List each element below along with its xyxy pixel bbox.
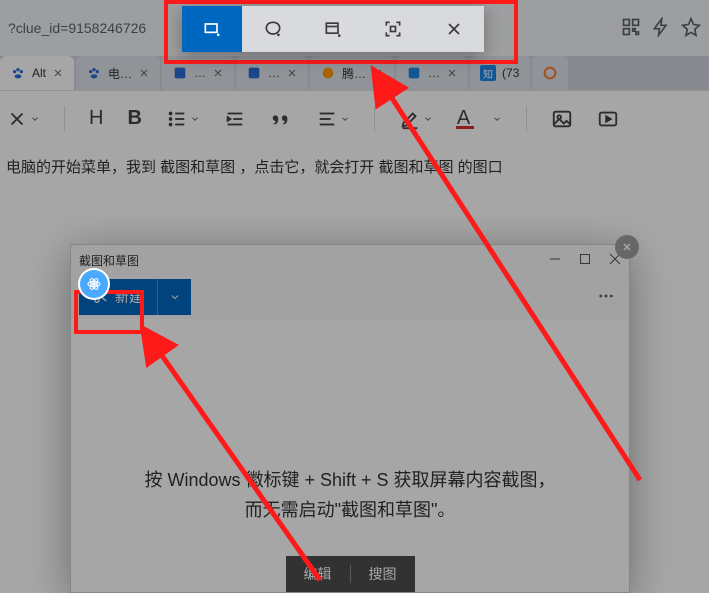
browser-tab[interactable]: Alt — [0, 56, 74, 90]
browser-tab[interactable] — [532, 56, 568, 90]
popup-close-badge[interactable] — [615, 235, 639, 259]
divider — [374, 106, 375, 132]
edit-button[interactable]: 编辑 — [286, 564, 350, 584]
annotation-badge — [80, 270, 108, 298]
browser-tab[interactable]: 电… — [76, 56, 160, 90]
image-button[interactable] — [551, 108, 573, 130]
baidu-favicon-icon — [10, 65, 26, 81]
tab-label: … — [268, 66, 280, 80]
document-text: 电脑的开始菜单，我到 截图和草图 ，点击它，就会打开 截图和草图 的图口 — [0, 146, 709, 187]
tab-label: 电… — [108, 65, 132, 82]
browser-tab[interactable]: … — [236, 56, 308, 90]
browser-tab[interactable]: 知 (73 — [470, 56, 530, 90]
close-icon[interactable] — [286, 67, 298, 79]
more-icon — [597, 287, 615, 305]
tab-label: Alt — [32, 66, 46, 80]
browser-tab[interactable]: … — [396, 56, 468, 90]
favicon-icon — [406, 65, 422, 81]
tab-strip: Alt 电… … … 腾… … 知 (73 — [0, 56, 709, 90]
heading-button[interactable]: H — [89, 107, 103, 130]
align-button[interactable] — [316, 108, 350, 130]
snip-action-bar: 编辑 搜图 — [286, 556, 415, 592]
close-icon[interactable] — [212, 67, 224, 79]
snip-canvas: 按 Windows 徽标键 + Shift + S 获取屏幕内容截图， 而无需启… — [71, 319, 629, 592]
indent-button[interactable] — [224, 108, 246, 130]
video-button[interactable] — [597, 108, 619, 130]
new-snip-label: 新建 — [115, 287, 143, 307]
close-icon[interactable] — [372, 67, 384, 79]
atom-icon — [86, 276, 102, 292]
baidu-favicon-icon — [86, 65, 102, 81]
close-icon — [621, 241, 633, 253]
close-formatting-button[interactable] — [6, 108, 40, 130]
more-button[interactable] — [591, 281, 621, 314]
new-snip-dropdown[interactable] — [157, 279, 191, 315]
rectangular-snip-button[interactable] — [182, 6, 242, 52]
divider — [526, 106, 527, 132]
zhihu-favicon-icon: 知 — [480, 65, 496, 81]
window-snip-icon — [323, 19, 343, 39]
window-snip-button[interactable] — [303, 6, 363, 52]
quote-button[interactable] — [270, 108, 292, 130]
snip-sketch-window: 截图和草图 新建 按 Windows 徽标键 + Shift + S 获取屏幕内… — [70, 244, 630, 593]
favicon-icon — [320, 65, 336, 81]
tab-label: … — [194, 66, 206, 80]
close-icon[interactable] — [52, 67, 64, 79]
rectangle-snip-icon — [202, 19, 222, 39]
bolt-icon[interactable] — [651, 17, 671, 40]
freeform-snip-button[interactable] — [242, 6, 302, 52]
maximize-button[interactable] — [579, 253, 591, 268]
divider — [64, 106, 65, 132]
freeform-snip-icon — [263, 19, 283, 39]
fullscreen-snip-button[interactable] — [363, 6, 423, 52]
favicon-icon — [172, 65, 188, 81]
favicon-icon — [246, 65, 262, 81]
snip-mode-toolbar — [182, 6, 484, 52]
browser-tab[interactable]: … — [162, 56, 234, 90]
close-snip-button[interactable] — [424, 6, 484, 52]
tab-label: … — [428, 66, 440, 80]
close-icon — [444, 19, 464, 39]
tab-label: 腾… — [342, 65, 366, 82]
text-color-button[interactable]: A — [457, 107, 502, 130]
chevron-down-icon — [169, 291, 181, 303]
browser-tab[interactable]: 腾… — [310, 56, 394, 90]
highlight-button[interactable] — [399, 108, 433, 130]
fullscreen-snip-icon — [383, 19, 403, 39]
favicon-icon — [542, 65, 558, 81]
minimize-button[interactable] — [549, 253, 561, 268]
tab-label: (73 — [502, 66, 519, 80]
editor-toolbar: H B A — [0, 90, 709, 146]
snip-tip-text: 按 Windows 徽标键 + Shift + S 获取屏幕内容截图， 而无需启… — [104, 465, 595, 526]
close-icon[interactable] — [138, 67, 150, 79]
search-image-button[interactable]: 搜图 — [351, 564, 415, 584]
window-title: 截图和草图 — [79, 252, 139, 269]
star-icon[interactable] — [681, 17, 701, 40]
bold-button[interactable]: B — [127, 107, 141, 130]
close-icon[interactable] — [446, 67, 458, 79]
qr-icon[interactable] — [621, 17, 641, 40]
list-button[interactable] — [166, 108, 200, 130]
